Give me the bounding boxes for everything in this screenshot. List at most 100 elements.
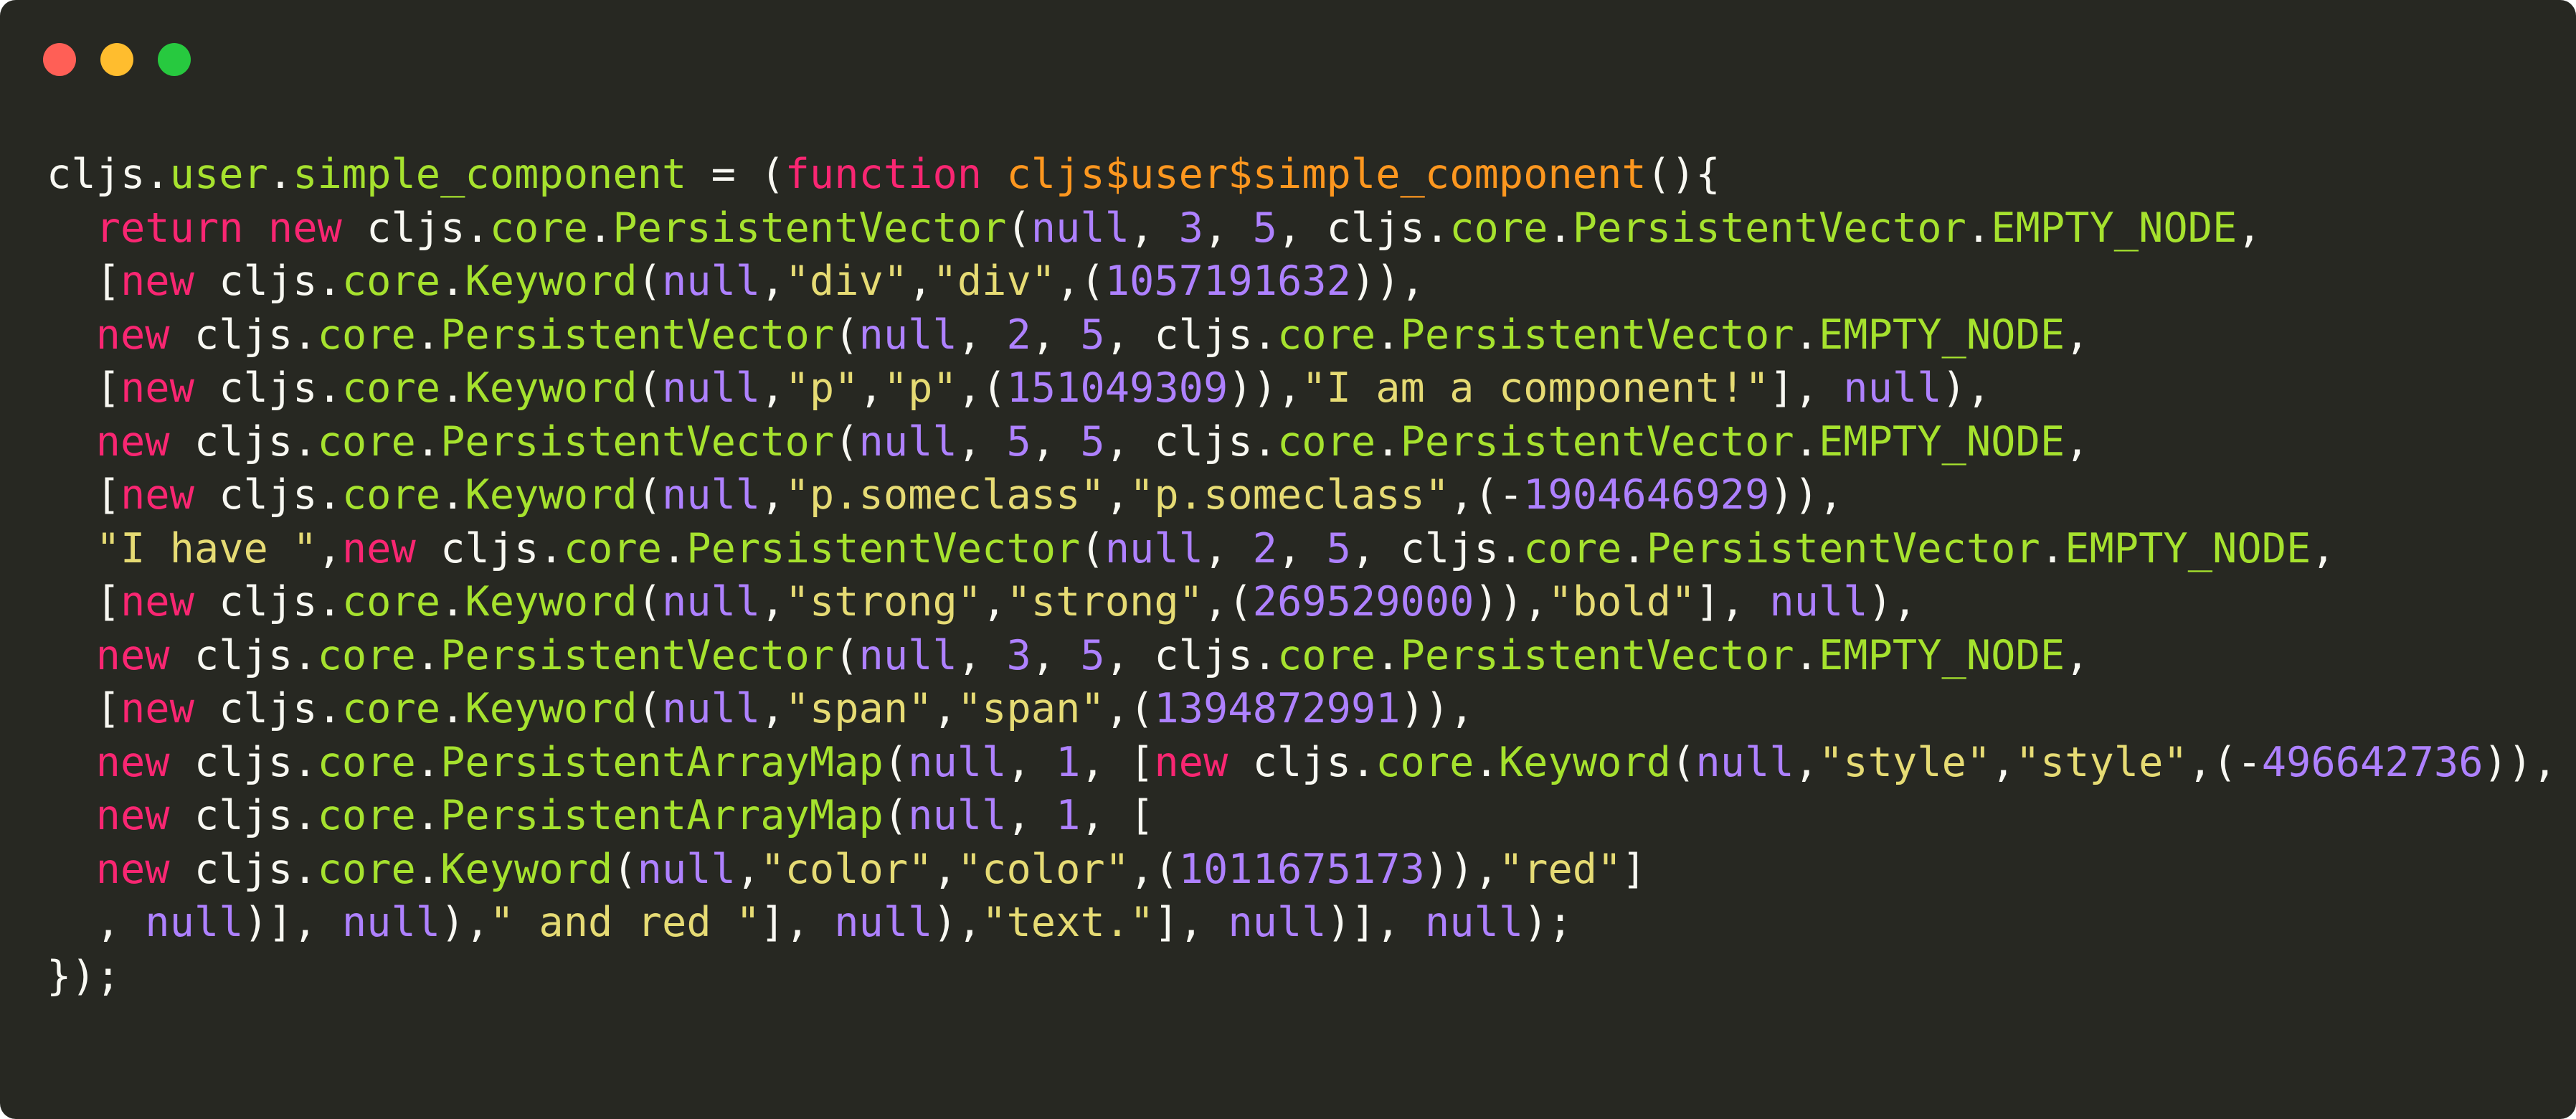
code-punct: , cljs. bbox=[1104, 417, 1277, 466]
code-punct: , bbox=[957, 311, 1007, 359]
code-property: EMPTY_NODE bbox=[2065, 524, 2311, 572]
code-property: core bbox=[317, 738, 416, 786]
code-punct: , bbox=[47, 899, 146, 946]
zoom-button[interactable] bbox=[158, 43, 191, 76]
code-punct: . bbox=[415, 845, 441, 893]
code-number: null bbox=[637, 845, 736, 893]
code-punct: , bbox=[2311, 524, 2336, 572]
code-punct bbox=[47, 525, 96, 572]
code-string: " and red " bbox=[489, 899, 761, 946]
code-keyword: new bbox=[267, 204, 342, 252]
code-string: "style" bbox=[2015, 738, 2188, 786]
code-string: "color" bbox=[957, 845, 1130, 893]
code-number: null bbox=[1104, 524, 1203, 572]
code-property: Keyword bbox=[465, 578, 638, 625]
code-string: "I have " bbox=[95, 524, 318, 572]
code-punct: , cljs. bbox=[1104, 631, 1277, 679]
code-punct: , bbox=[1277, 364, 1302, 412]
code-number: null bbox=[858, 417, 957, 466]
code-keyword: new bbox=[1154, 738, 1228, 786]
code-punct: . bbox=[1375, 417, 1401, 466]
code-punct: ], bbox=[1695, 578, 1770, 625]
code-string: "p" bbox=[785, 364, 859, 412]
code-property: PersistentArrayMap bbox=[440, 738, 884, 786]
code-number: 1 bbox=[1056, 738, 1081, 786]
code-property: user bbox=[169, 151, 268, 198]
code-punct: ), bbox=[1867, 578, 1918, 625]
code-number: null bbox=[834, 899, 933, 946]
close-button[interactable] bbox=[43, 43, 76, 76]
code-line: new cljs.core.PersistentArrayMap(null, 1… bbox=[47, 789, 2557, 843]
code-line: [new cljs.core.Keyword(null,"div","div",… bbox=[47, 255, 2557, 308]
code-line: return new cljs.core.PersistentVector(nu… bbox=[47, 202, 2557, 255]
code-punct: . bbox=[415, 631, 441, 679]
code-number: null bbox=[145, 899, 244, 946]
code-property: Keyword bbox=[465, 364, 638, 412]
code-punct: , bbox=[1006, 792, 1056, 839]
code-punct: ( bbox=[1671, 738, 1696, 786]
code-punct: ( bbox=[834, 631, 859, 679]
code-punct: cljs. bbox=[169, 311, 318, 359]
code-property: core bbox=[1277, 311, 1376, 359]
code-punct: . bbox=[440, 578, 465, 625]
code-line: [new cljs.core.Keyword(null,"span","span… bbox=[47, 682, 2557, 736]
code-property: simple_component bbox=[293, 151, 687, 198]
code-punct: [ bbox=[47, 471, 120, 519]
code-number: null bbox=[1228, 899, 1327, 946]
code-property: EMPTY_NODE bbox=[1991, 204, 2238, 252]
code-number: null bbox=[1695, 738, 1794, 786]
code-number: 5 bbox=[1080, 631, 1105, 679]
code-string: "style" bbox=[1818, 738, 1992, 786]
code-punct: (){ bbox=[1646, 151, 1720, 198]
code-number: null bbox=[661, 471, 761, 519]
code-punct bbox=[47, 846, 96, 893]
code-number: null bbox=[1424, 899, 1524, 946]
code-string: "p.someclass" bbox=[1130, 471, 1450, 519]
code-property: core bbox=[563, 524, 662, 572]
code-property: core bbox=[341, 578, 441, 625]
code-property: PersistentVector bbox=[612, 204, 1007, 252]
code-punct: cljs. bbox=[169, 631, 318, 679]
code-number: 1394872991 bbox=[1154, 685, 1401, 732]
code-punct: ,( bbox=[957, 364, 1007, 412]
code-punct: = ( bbox=[686, 151, 785, 198]
code-punct: ,( bbox=[1203, 578, 1253, 625]
code-number: 1057191632 bbox=[1104, 258, 1351, 305]
code-punct: , bbox=[2065, 311, 2090, 359]
code-punct bbox=[47, 204, 96, 252]
code-string: "text." bbox=[982, 899, 1155, 946]
code-number: null bbox=[1843, 364, 1942, 412]
code-punct bbox=[244, 204, 268, 252]
code-punct: , [ bbox=[1080, 738, 1155, 786]
code-punct: , bbox=[1474, 845, 1499, 893]
code-number: 5 bbox=[1080, 417, 1105, 466]
code-number: 1904646929 bbox=[1523, 471, 1770, 519]
code-punct: , cljs. bbox=[1104, 311, 1277, 359]
minimize-button[interactable] bbox=[100, 43, 133, 76]
code-punct: ) bbox=[440, 899, 465, 946]
code-property: Keyword bbox=[1498, 738, 1672, 786]
code-punct bbox=[47, 632, 96, 679]
code-punct: cljs. bbox=[194, 685, 342, 732]
code-keyword: new bbox=[120, 685, 194, 732]
code-punct: , cljs. bbox=[1350, 524, 1524, 572]
code-keyword: new bbox=[95, 845, 170, 893]
code-property: core bbox=[341, 258, 441, 305]
code-keyword: new bbox=[95, 417, 170, 466]
code-punct: . bbox=[440, 685, 465, 732]
code-punct: ( bbox=[1006, 204, 1031, 252]
code-punct: ) bbox=[932, 899, 957, 946]
code-number: null bbox=[1031, 204, 1130, 252]
code-punct: ( bbox=[637, 578, 662, 625]
code-line: new cljs.core.PersistentArrayMap(null, 1… bbox=[47, 736, 2557, 790]
code-line: new cljs.core.PersistentVector(null, 2, … bbox=[47, 308, 2557, 362]
code-punct: . bbox=[267, 151, 293, 198]
window-titlebar bbox=[0, 0, 2576, 122]
code-property: core bbox=[1277, 631, 1376, 679]
code-punct: , bbox=[2065, 417, 2090, 466]
code-punct: , bbox=[760, 471, 785, 519]
code-punct: . bbox=[1375, 311, 1401, 359]
code-punct: , bbox=[1006, 738, 1056, 786]
code-property: core bbox=[317, 631, 416, 679]
code-property: PersistentVector bbox=[1400, 417, 1794, 466]
